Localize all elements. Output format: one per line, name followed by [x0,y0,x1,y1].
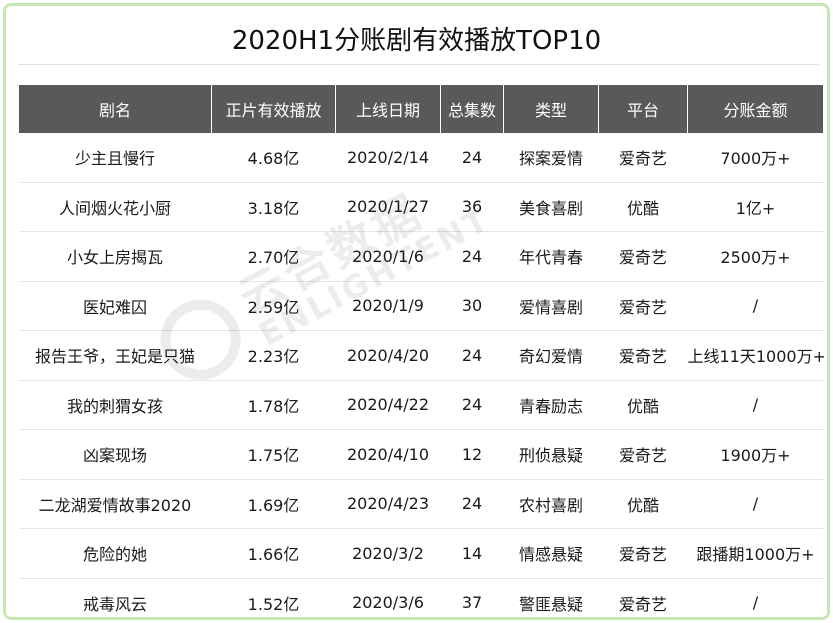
cell-release-date: 2020/3/6 [352,593,424,613]
cell-drama-name: 医妃难囚 [82,297,147,317]
cell-platform: 爱奇艺 [618,545,667,565]
cell-release-date: 2020/1/9 [352,296,424,316]
table-row: 少主且慢行 4.68亿 2020/2/14 24 探案爱情 爱奇艺 7000万+ [18,133,824,182]
cell-episodes: 24 [461,246,483,266]
column-header-revenue-share: 分账金额 [687,85,824,133]
cell-episodes: 12 [461,444,483,464]
cell-revenue-share: 1900万+ [720,446,791,466]
cell-episodes: 24 [461,494,483,514]
cell-genre: 年代青春 [518,248,583,268]
top10-table: 剧名 正片有效播放 上线日期 总集数 类型 平台 分账金额 少主且慢行 4.68亿 2020/2… [18,85,824,617]
header-row: 剧名 正片有效播放 上线日期 总集数 类型 平台 分账金额 [18,85,824,133]
cell-release-date: 2020/1/27 [346,197,430,217]
title-divider [18,64,819,65]
cell-episodes: 37 [461,593,483,613]
cell-release-date: 2020/4/22 [346,395,430,415]
cell-release-date: 2020/1/6 [352,246,424,266]
cell-valid-plays: 1.75亿 [247,446,300,466]
column-header-valid-plays: 正片有效播放 [211,85,336,133]
cell-genre: 农村喜剧 [518,495,583,515]
cell-drama-name: 危险的她 [82,545,147,565]
cell-episodes: 36 [461,197,483,217]
cell-genre: 警匪悬疑 [518,594,583,614]
table-row: 二龙湖爱情故事2020 1.69亿 2020/4/23 24 农村喜剧 优酷 / [18,479,824,529]
table-header: 剧名 正片有效播放 上线日期 总集数 类型 平台 分账金额 [18,85,824,133]
cell-episodes: 24 [461,395,483,415]
cell-valid-plays: 4.68亿 [247,149,300,169]
cell-revenue-share: / [752,494,759,514]
table-row: 医妃难囚 2.59亿 2020/1/9 30 爱情喜剧 爱奇艺 / [18,281,824,331]
cell-genre: 探案爱情 [518,149,583,169]
column-header-drama-name: 剧名 [18,85,212,133]
cell-genre: 美食喜剧 [518,198,583,218]
cell-valid-plays: 3.18亿 [247,198,300,218]
table-body: 少主且慢行 4.68亿 2020/2/14 24 探案爱情 爱奇艺 7000万+ 人间烟火花小… [18,133,824,617]
table-row: 人间烟火花小厨 3.18亿 2020/1/27 36 美食喜剧 优酷 1亿+ [18,182,824,232]
cell-revenue-share: 7000万+ [720,149,791,169]
column-header-episodes: 总集数 [440,85,504,133]
cell-drama-name: 凶案现场 [82,446,147,466]
table-row: 危险的她 1.66亿 2020/3/2 14 情感悬疑 爱奇艺 跟播期1000万+ [18,529,824,578]
cell-platform: 优酷 [626,396,659,416]
cell-valid-plays: 1.78亿 [247,396,300,416]
cell-platform: 爱奇艺 [618,248,667,268]
cell-platform: 爱奇艺 [618,149,667,169]
cell-drama-name: 人间烟火花小厨 [58,198,171,218]
cell-genre: 奇幻爱情 [518,347,583,367]
cell-valid-plays: 2.70亿 [247,248,300,268]
cell-episodes: 24 [461,147,483,167]
cell-genre: 爱情喜剧 [518,297,583,317]
table-row: 凶案现场 1.75亿 2020/4/10 12 刑侦悬疑 爱奇艺 1900万+ [18,430,824,479]
cell-revenue-share: / [752,395,759,415]
cell-platform: 优酷 [626,495,659,515]
cell-release-date: 2020/3/2 [352,543,424,563]
cell-genre: 刑侦悬疑 [518,446,583,466]
cell-valid-plays: 1.52亿 [247,594,300,614]
cell-platform: 爱奇艺 [618,297,667,317]
cell-platform: 爱奇艺 [618,347,667,367]
cell-drama-name: 报告王爷，王妃是只猫 [34,347,195,367]
cell-revenue-share: / [752,593,759,613]
cell-episodes: 30 [461,296,483,316]
cell-drama-name: 小女上房揭瓦 [66,248,163,268]
cell-platform: 爱奇艺 [618,446,667,466]
column-header-platform: 平台 [598,85,688,133]
infographic-frame: 2020H1分账剧有效播放TOP10 剧名 正片有效播放 上线日期 总集数 类型 平台 分账… [3,3,830,620]
cell-drama-name: 我的刺猬女孩 [66,396,163,416]
cell-release-date: 2020/4/23 [346,494,430,514]
page-title: 2020H1分账剧有效播放TOP10 [231,26,602,56]
cell-valid-plays: 2.23亿 [247,347,300,367]
cell-episodes: 24 [461,345,483,365]
cell-revenue-share: 1亿+ [735,198,776,218]
cell-revenue-share: 上线11天1000万+ [687,347,824,367]
table-row: 我的刺猬女孩 1.78亿 2020/4/22 24 青春励志 优酷 / [18,380,824,430]
table-row: 小女上房揭瓦 2.70亿 2020/1/6 24 年代青春 爱奇艺 2500万+ [18,232,824,281]
column-header-release-date: 上线日期 [335,85,441,133]
cell-genre: 情感悬疑 [518,545,583,565]
cell-valid-plays: 1.66亿 [247,545,300,565]
cell-release-date: 2020/4/10 [346,444,430,464]
cell-platform: 爱奇艺 [618,594,667,614]
cell-drama-name: 二龙湖爱情故事2020 [38,495,192,515]
cell-episodes: 14 [461,543,483,563]
cell-valid-plays: 1.69亿 [247,495,300,515]
cell-revenue-share: 跟播期1000万+ [696,545,815,565]
table-row: 戒毒风云 1.52亿 2020/3/6 37 警匪悬疑 爱奇艺 / [19,578,824,617]
cell-genre: 青春励志 [518,396,583,416]
cell-revenue-share: / [752,296,759,316]
cell-drama-name: 戒毒风云 [82,594,147,614]
cell-release-date: 2020/4/20 [346,345,430,365]
cell-platform: 优酷 [626,198,659,218]
table-row: 报告王爷，王妃是只猫 2.23亿 2020/4/20 24 奇幻爱情 爱奇艺 上线11天10… [18,331,824,380]
cell-release-date: 2020/2/14 [346,147,430,167]
column-header-genre: 类型 [503,85,599,133]
cell-drama-name: 少主且慢行 [74,149,155,169]
cell-revenue-share: 2500万+ [720,248,791,268]
cell-valid-plays: 2.59亿 [247,297,300,317]
